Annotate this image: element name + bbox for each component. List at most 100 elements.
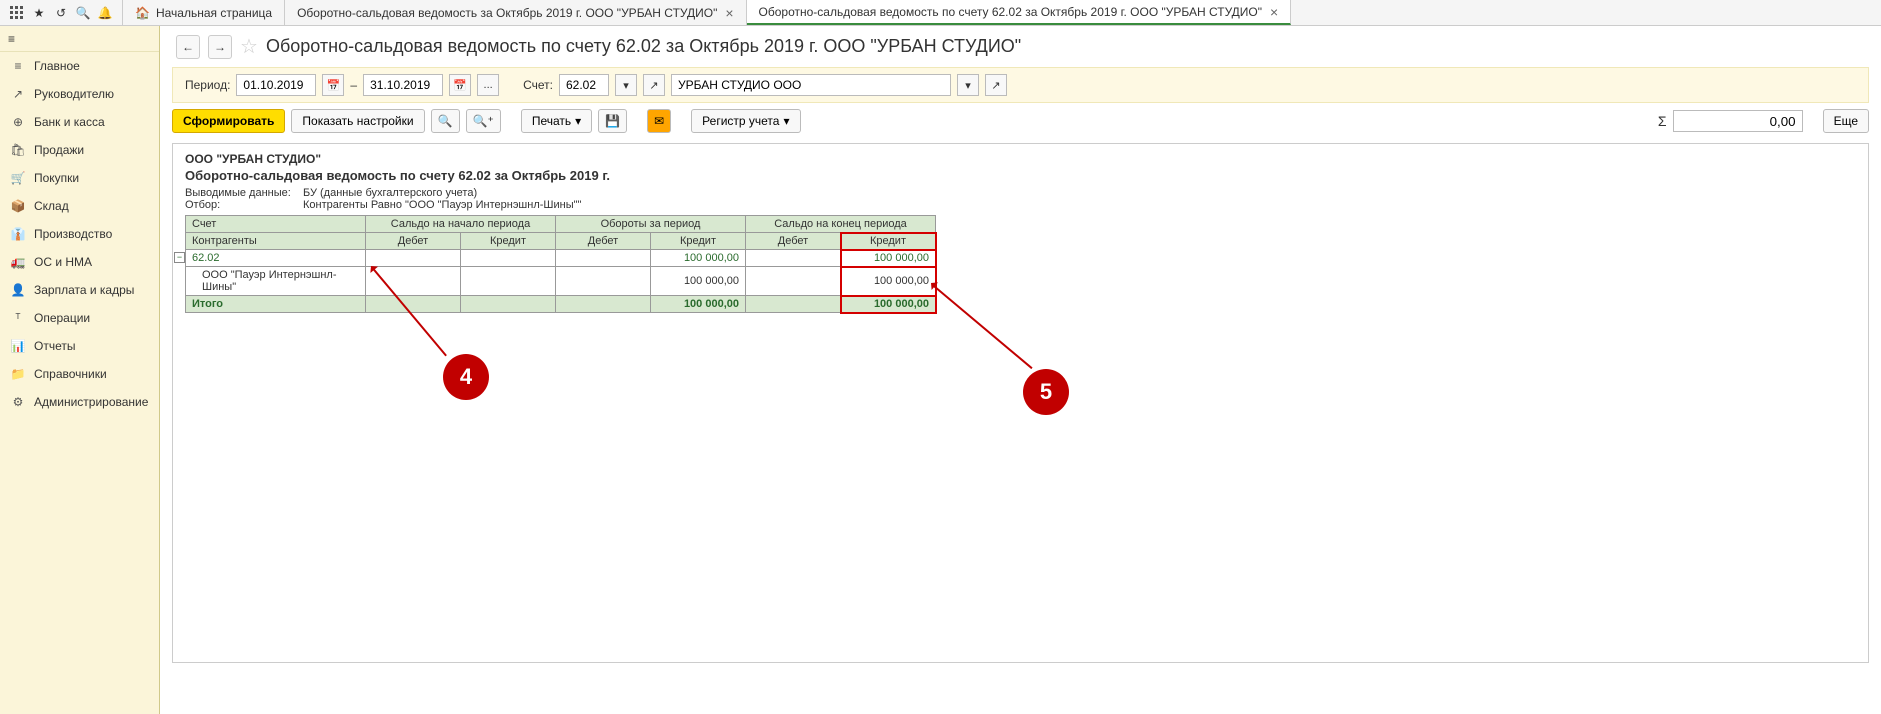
close-icon[interactable]: × [725,5,733,21]
more-button[interactable]: Еще [1823,109,1869,133]
sidebar-item-warehouse[interactable]: 📦 Склад [0,192,159,220]
tabs: 🏠 Начальная страница Оборотно-сальдовая … [123,0,1881,25]
sidebar-item-purchases[interactable]: 🛒 Покупки [0,164,159,192]
cell-cr1 [461,267,556,296]
shirt-icon: 👔 [10,226,26,242]
cart-icon: 🛒 [10,170,26,186]
home-icon: 🏠 [135,6,150,20]
cell-db2 [556,267,651,296]
collapse-icon[interactable]: − [174,252,185,263]
sidebar-item-main[interactable]: ≡ Главное [0,52,159,80]
org-input[interactable] [671,74,951,96]
search-sum-button[interactable]: 🔍⁺ [466,109,501,133]
annotation-4: 4 [443,354,489,400]
report-company: ООО "УРБАН СТУДИО" [185,152,1856,166]
cell-cr3: 100 000,00 [841,250,936,267]
th-debit3: Дебет [746,233,841,250]
cell-total-label: Итого [186,296,366,313]
truck-icon: 🚛 [10,254,26,270]
cell-cr2: 100 000,00 [651,250,746,267]
tab-home[interactable]: 🏠 Начальная страница [123,0,285,25]
sidebar-item-label: Склад [34,199,69,213]
settings-button[interactable]: Показать настройки [291,109,424,133]
search-button[interactable]: 🔍 [431,109,460,133]
sidebar-item-label: Продажи [34,143,84,157]
cell-cr1 [461,250,556,267]
forward-button[interactable]: → [208,35,232,59]
apps-icon[interactable] [8,4,26,22]
th-end: Сальдо на конец периода [746,216,936,233]
date-to-input[interactable] [363,74,443,96]
menu-icon: ≡ [8,32,15,46]
cell-db3 [746,250,841,267]
sidebar-item-catalogs[interactable]: 📁 Справочники [0,360,159,388]
sidebar-item-production[interactable]: 👔 Производство [0,220,159,248]
sidebar-toggle[interactable]: ≡ [0,26,159,52]
cell-name: −62.02 [186,250,366,267]
sidebar-item-assets[interactable]: 🚛 ОС и НМА [0,248,159,276]
calendar-icon[interactable]: 📅 [449,74,471,96]
sidebar-item-label: Главное [34,59,80,73]
back-button[interactable]: ← [176,35,200,59]
bell-icon[interactable]: 🔔 [96,4,114,22]
th-credit1: Кредит [461,233,556,250]
sidebar-item-salary[interactable]: 👤 Зарплата и кадры [0,276,159,304]
bars-icon: 📊 [10,338,26,354]
th-credit2: Кредит [651,233,746,250]
sidebar-item-sales[interactable]: 🛍 Продажи [0,136,159,164]
sidebar-item-reports[interactable]: 📊 Отчеты [0,332,159,360]
arrow-right-icon: → [214,40,226,54]
favorite-star[interactable]: ☆ [240,34,258,59]
table-row[interactable]: ООО "Пауэр Интернэшнл-Шины" 100 000,00 1… [186,267,936,296]
close-icon[interactable]: × [1270,4,1278,20]
cell-cr3: 100 000,00 [841,267,936,296]
sidebar-item-label: Операции [34,311,90,325]
registry-button[interactable]: Регистр учета ▾ [691,109,800,133]
sidebar-item-label: ОС и НМА [34,255,92,269]
account-input[interactable] [559,74,609,96]
sidebar-item-bank[interactable]: ⊕ Банк и касса [0,108,159,136]
search-icon[interactable]: 🔍 [74,4,92,22]
period-label: Период: [185,78,230,92]
mail-button[interactable]: ✉ [647,109,671,133]
th-turnover: Обороты за период [556,216,746,233]
ops-icon: ᵀ [10,310,26,326]
sidebar-item-label: Банк и касса [34,115,105,129]
tab-report1[interactable]: Оборотно-сальдовая ведомость за Октябрь … [285,0,746,25]
dropdown-icon[interactable]: ▾ [957,74,979,96]
money-icon: ⊕ [10,114,26,130]
sidebar-item-admin[interactable]: ⚙ Администрирование [0,388,159,416]
tab-label: Начальная страница [156,6,272,20]
dropdown-icon[interactable]: ▾ [615,74,637,96]
sum-input[interactable] [1673,110,1803,132]
th-contragent: Контрагенты [186,233,366,250]
save-button[interactable]: 💾 [598,109,627,133]
sidebar-item-label: Руководителю [34,87,114,101]
star-icon[interactable]: ★ [30,4,48,22]
table-row[interactable]: −62.02 100 000,00 100 000,00 [186,250,936,267]
gear-icon: ⚙ [10,394,26,410]
open-icon[interactable]: ↗ [643,74,665,96]
history-icon[interactable]: ↺ [52,4,70,22]
sidebar-item-operations[interactable]: ᵀ Операции [0,304,159,332]
table-total-row: Итого 100 000,00 100 000,00 [186,296,936,313]
th-debit1: Дебет [366,233,461,250]
bag-icon: 🛍 [10,142,26,158]
cell-cr2: 100 000,00 [651,267,746,296]
generate-button[interactable]: Сформировать [172,109,285,133]
cell-total-cr3: 100 000,00 [841,296,936,313]
sidebar: ≡ ≡ Главное ↗ Руководителю ⊕ Банк и касс… [0,26,160,714]
calendar-icon[interactable]: 📅 [322,74,344,96]
dash: – [350,78,357,92]
print-button[interactable]: Печать ▾ [521,109,592,133]
sidebar-item-manager[interactable]: ↗ Руководителю [0,80,159,108]
cell-total-cr2: 100 000,00 [651,296,746,313]
tab-label: Оборотно-сальдовая ведомость за Октябрь … [297,6,717,20]
tab-report2[interactable]: Оборотно-сальдовая ведомость по счету 62… [747,0,1292,25]
report-meta1: Выводимые данные: БУ (данные бухгалтерск… [185,187,1856,199]
open-icon[interactable]: ↗ [985,74,1007,96]
date-from-input[interactable] [236,74,316,96]
period-select-button[interactable]: ... [477,74,499,96]
topbar-icons: ★ ↺ 🔍 🔔 [0,0,123,25]
table-header-row2: Контрагенты Дебет Кредит Дебет Кредит Де… [186,233,936,250]
